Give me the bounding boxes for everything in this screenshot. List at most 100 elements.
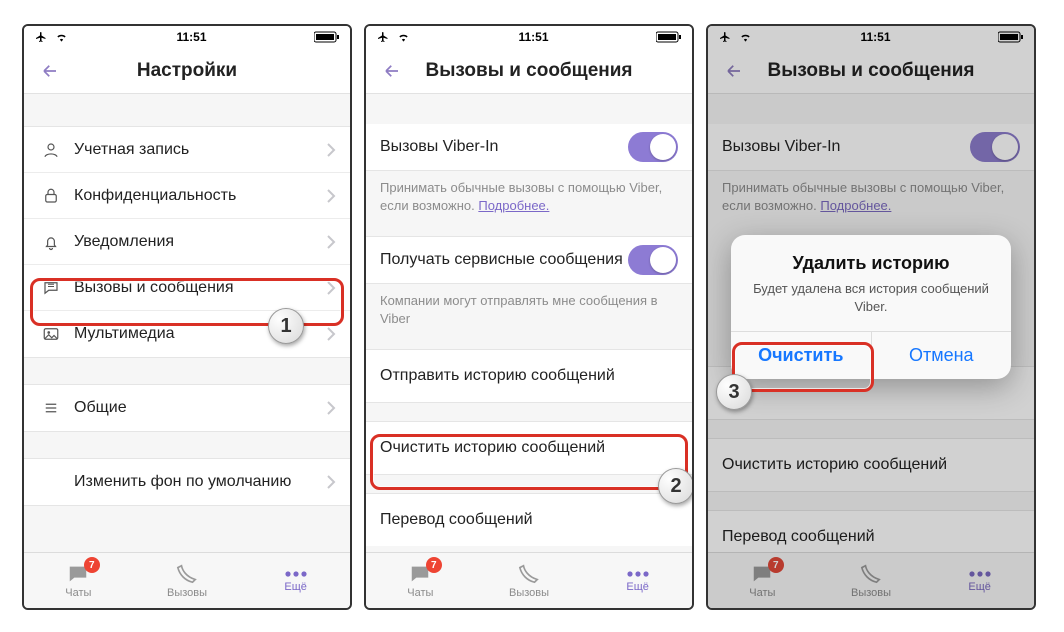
dialog-title: Удалить историю: [747, 253, 995, 274]
row-label: Вызовы и сообщения: [74, 279, 326, 297]
dialog-confirm-button[interactable]: Очистить: [731, 332, 871, 379]
row-label: Вызовы Viber-In: [380, 138, 628, 156]
phone-icon: [860, 563, 882, 585]
row-viber-in[interactable]: Вызовы Viber-In: [366, 124, 692, 170]
note-viber-in: Принимать обычные вызовы с помощью Viber…: [366, 171, 692, 218]
tab-chats: 7 Чаты: [708, 553, 817, 608]
row-label: Конфиденциальность: [74, 187, 326, 205]
row-notifications[interactable]: Уведомления: [24, 219, 350, 265]
phone-icon: [176, 563, 198, 585]
tab-chats[interactable]: 7 Чаты: [24, 553, 133, 608]
row-service-messages[interactable]: Получать сервисные сообщения: [366, 237, 692, 283]
status-time: 11:51: [860, 30, 890, 44]
tab-bar: 7 Чаты Вызовы Ещё: [366, 552, 692, 608]
row-wallpaper[interactable]: Изменить фон по умолчанию: [24, 459, 350, 505]
tab-more: Ещё: [925, 553, 1034, 608]
chevron-right-icon: [326, 475, 336, 489]
battery-icon: [998, 31, 1024, 43]
toggle-viber-in: [970, 132, 1020, 162]
chevron-right-icon: [326, 143, 336, 157]
back-button[interactable]: [716, 53, 752, 89]
tab-calls[interactable]: Вызовы: [133, 553, 242, 608]
page-title: Вызовы и сообщения: [425, 60, 632, 82]
airplane-icon: [34, 31, 48, 43]
wifi-icon: [738, 32, 753, 43]
account-icon: [38, 141, 64, 159]
badge-count: 7: [84, 557, 100, 573]
nav-bar: Настройки: [24, 48, 350, 94]
tab-label: Чаты: [749, 587, 775, 599]
list-icon: [38, 399, 64, 417]
status-time: 11:51: [176, 30, 206, 44]
back-button[interactable]: [374, 53, 410, 89]
wifi-icon: [396, 32, 411, 43]
row-translate: Перевод сообщений: [708, 511, 1034, 552]
tab-chats[interactable]: 7 Чаты: [366, 553, 475, 608]
chevron-right-icon: [326, 327, 336, 341]
lock-icon: [38, 187, 64, 205]
tab-calls[interactable]: Вызовы: [475, 553, 584, 608]
toggle-service-messages[interactable]: [628, 245, 678, 275]
learn-more-link[interactable]: Подробнее.: [478, 198, 549, 213]
battery-icon: [656, 31, 682, 43]
dialog-cancel-button[interactable]: Отмена: [871, 332, 1012, 379]
wifi-icon: [54, 32, 69, 43]
nav-bar: Вызовы и сообщения: [366, 48, 692, 94]
row-general[interactable]: Общие: [24, 385, 350, 431]
chevron-right-icon: [326, 189, 336, 203]
row-label: Перевод сообщений: [722, 528, 1020, 546]
step-badge-1: 1: [268, 308, 304, 344]
tab-label: Вызовы: [851, 587, 891, 599]
calls-messages-list[interactable]: Вызовы Viber-In Принимать обычные вызовы…: [366, 94, 692, 552]
row-label: Очистить историю сообщений: [722, 456, 1020, 474]
tab-label: Вызовы: [167, 587, 207, 599]
tab-label: Ещё: [626, 581, 649, 593]
tab-more[interactable]: Ещё: [583, 553, 692, 608]
phone-screen-calls-messages: 11:51 Вызовы и сообщения Вызовы Viber-In…: [364, 24, 694, 610]
step-badge-3: 3: [716, 374, 752, 410]
tab-bar: 7 Чаты Вызовы Ещё: [24, 552, 350, 608]
row-privacy[interactable]: Конфиденциальность: [24, 173, 350, 219]
status-bar: 11:51: [708, 26, 1034, 48]
page-title: Настройки: [137, 60, 237, 82]
chevron-right-icon: [326, 401, 336, 415]
airplane-icon: [376, 31, 390, 43]
row-label: Отправить историю сообщений: [380, 367, 678, 385]
row-label: Перевод сообщений: [380, 511, 678, 529]
back-button[interactable]: [32, 53, 68, 89]
badge-count: 7: [426, 557, 442, 573]
tab-more[interactable]: Ещё: [241, 553, 350, 608]
more-icon: [625, 569, 651, 579]
row-label: Вызовы Viber-In: [722, 138, 970, 156]
row-label: Получать сервисные сообщения: [380, 251, 628, 269]
note-service-messages: Компании могут отправлять мне сообщения …: [366, 284, 692, 331]
learn-more-link: Подробнее.: [820, 198, 891, 213]
note-viber-in: Принимать обычные вызовы с помощью Viber…: [708, 171, 1034, 218]
status-bar: 11:51: [366, 26, 692, 48]
row-clear-history: Очистить историю сообщений: [708, 439, 1034, 491]
status-time: 11:51: [518, 30, 548, 44]
row-account[interactable]: Учетная запись: [24, 127, 350, 173]
row-send-history[interactable]: Отправить историю сообщений: [366, 350, 692, 402]
tab-calls: Вызовы: [817, 553, 926, 608]
airplane-icon: [718, 31, 732, 43]
phone-icon: [518, 563, 540, 585]
toggle-viber-in[interactable]: [628, 132, 678, 162]
more-icon: [283, 569, 309, 579]
badge-count: 7: [768, 557, 784, 573]
row-viber-in: Вызовы Viber-In: [708, 124, 1034, 170]
step-badge-2: 2: [658, 468, 694, 504]
row-label: Изменить фон по умолчанию: [74, 473, 326, 491]
row-clear-history[interactable]: Очистить историю сообщений: [366, 422, 692, 474]
row-translate[interactable]: Перевод сообщений: [366, 494, 692, 546]
chevron-right-icon: [326, 281, 336, 295]
status-bar: 11:51: [24, 26, 350, 48]
more-icon: [967, 569, 993, 579]
page-title: Вызовы и сообщения: [767, 60, 974, 82]
row-calls-messages[interactable]: Вызовы и сообщения: [24, 265, 350, 311]
row-label: Общие: [74, 399, 326, 417]
tab-label: Чаты: [65, 587, 91, 599]
dialog-message: Будет удалена вся история сообщений Vibe…: [747, 280, 995, 315]
confirm-dialog: Удалить историю Будет удалена вся истори…: [731, 235, 1011, 379]
row-label: Очистить историю сообщений: [380, 439, 678, 457]
